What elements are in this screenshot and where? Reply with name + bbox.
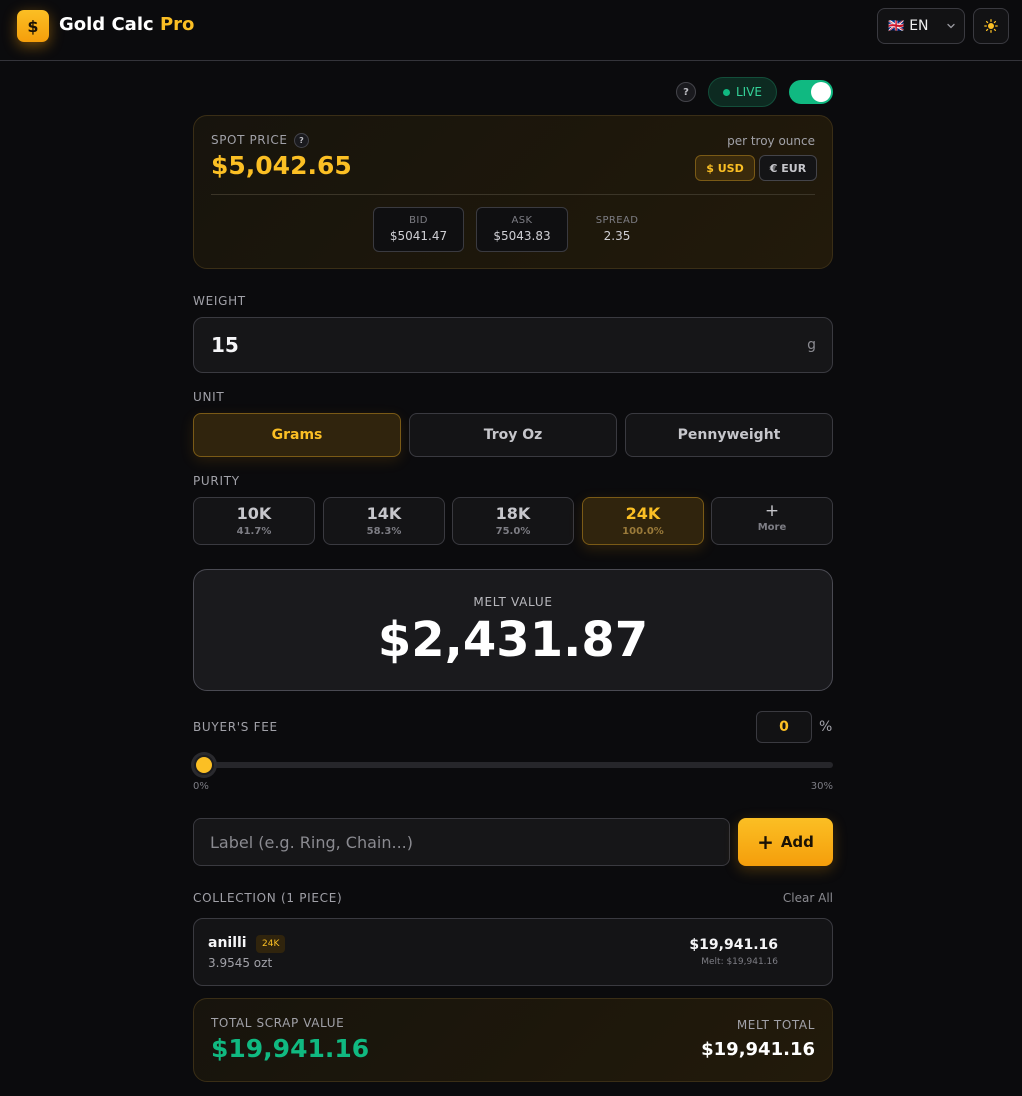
spot-price-value: $5,042.65	[211, 151, 352, 180]
language-code: EN	[909, 18, 929, 34]
spot-help-icon[interactable]: ?	[294, 133, 309, 148]
melt-value-label: MELT VALUE	[473, 595, 553, 609]
purity-14k-button[interactable]: 14K 58.3%	[323, 497, 445, 545]
buyers-fee-label: BUYER'S FEE	[193, 720, 278, 734]
unit-grams-button[interactable]: Grams	[193, 413, 401, 457]
add-button[interactable]: + Add	[738, 818, 833, 866]
live-toggle[interactable]	[789, 80, 833, 104]
live-dot-icon	[722, 88, 730, 96]
collection-label: COLLECTION (1 PIECE)	[193, 891, 343, 905]
unit-troy-oz-button[interactable]: Troy Oz	[409, 413, 617, 457]
item-name: anilli	[208, 935, 247, 951]
melt-total-label: MELT TOTAL	[736, 1018, 815, 1032]
purity-karat: 10K	[236, 504, 272, 523]
divider	[211, 194, 815, 195]
brand-main: Gold Calc	[59, 14, 154, 35]
purity-percent: 41.7%	[236, 526, 272, 537]
list-item[interactable]: anilli 24K 3.9545 ozt $19,941.16 Melt: $…	[193, 918, 833, 986]
live-status-badge: LIVE	[708, 77, 777, 107]
plus-icon: +	[757, 830, 774, 854]
ask-label: ASK	[511, 215, 533, 226]
chevron-down-icon	[947, 23, 955, 29]
ask-box: ASK $5043.83	[476, 207, 568, 252]
fee-percent-suffix: %	[819, 719, 833, 735]
item-weight: 3.9545 ozt	[208, 956, 273, 970]
top-bar: $ Gold Calc Pro 🇬🇧 EN	[0, 0, 1022, 61]
currency-eur-button[interactable]: € EUR	[759, 155, 817, 181]
purity-label: PURITY	[193, 474, 240, 488]
purity-karat: 18K	[495, 504, 531, 523]
per-unit-label: per troy ounce	[727, 134, 815, 148]
total-scrap-value: $19,941.16	[211, 1034, 370, 1063]
slider-thumb[interactable]	[194, 755, 214, 775]
bid-value: $5041.47	[389, 229, 448, 243]
spread-value: 2.35	[603, 229, 631, 243]
melt-value-amount: $2,431.87	[377, 612, 649, 668]
bid-box: BID $5041.47	[373, 207, 464, 252]
purity-more-button[interactable]: + More	[711, 497, 833, 545]
purity-percent: 100.0%	[622, 526, 664, 537]
spot-price-card: SPOT PRICE ? $5,042.65 per troy ounce $ …	[193, 115, 833, 269]
melt-value-card: MELT VALUE $2,431.87	[193, 569, 833, 691]
theme-toggle-button[interactable]	[973, 8, 1009, 44]
purity-10k-button[interactable]: 10K 41.7%	[193, 497, 315, 545]
sun-icon	[984, 19, 998, 33]
currency-usd-button[interactable]: $ USD	[695, 155, 755, 181]
toggle-knob	[811, 82, 831, 102]
spot-price-label: SPOT PRICE	[211, 133, 288, 147]
melt-total-value: $19,941.16	[701, 1039, 815, 1060]
weight-label: WEIGHT	[193, 294, 246, 308]
unit-pennyweight-button[interactable]: Pennyweight	[625, 413, 833, 457]
spread-box: SPREAD 2.35	[578, 207, 656, 252]
item-karat-badge: 24K	[256, 935, 286, 953]
spread-label: SPREAD	[595, 215, 639, 226]
purity-18k-button[interactable]: 18K 75.0%	[452, 497, 574, 545]
help-icon[interactable]: ?	[676, 82, 696, 102]
plus-icon: +	[764, 501, 780, 521]
purity-24k-button[interactable]: 24K 100.0%	[582, 497, 704, 545]
purity-percent: 58.3%	[366, 526, 402, 537]
weight-unit-suffix: g	[807, 337, 816, 353]
live-status-label: LIVE	[735, 85, 762, 99]
purity-percent: 75.0%	[495, 526, 531, 537]
buyers-fee-slider[interactable]	[193, 762, 833, 768]
weight-input[interactable]: 15 g	[193, 317, 833, 373]
brand-accent: Pro	[159, 14, 195, 35]
buyers-fee-input[interactable]: 0	[756, 711, 812, 743]
weight-value: 15	[211, 333, 239, 357]
slider-min-label: 0%	[193, 781, 209, 792]
purity-karat: 14K	[366, 504, 402, 523]
item-value: $19,941.16	[689, 937, 778, 953]
item-melt-value: Melt: $19,941.16	[701, 957, 778, 967]
total-scrap-label: TOTAL SCRAP VALUE	[211, 1016, 345, 1030]
app-title: Gold Calc Pro	[59, 14, 194, 35]
bid-label: BID	[409, 215, 428, 226]
slider-max-label: 30%	[810, 781, 833, 792]
more-label: More	[757, 522, 787, 533]
logo-dollar-icon: $	[17, 10, 49, 42]
total-scrap-card: TOTAL SCRAP VALUE $19,941.16 MELT TOTAL …	[193, 998, 833, 1082]
language-select[interactable]: 🇬🇧 EN	[877, 8, 965, 44]
clear-all-button[interactable]: Clear All	[783, 891, 833, 905]
uk-flag-icon: 🇬🇧	[888, 18, 905, 34]
add-button-label: Add	[780, 833, 814, 851]
item-label-input[interactable]	[193, 818, 730, 866]
purity-karat: 24K	[625, 504, 661, 523]
ask-value: $5043.83	[493, 229, 551, 243]
unit-label: UNIT	[193, 390, 225, 404]
